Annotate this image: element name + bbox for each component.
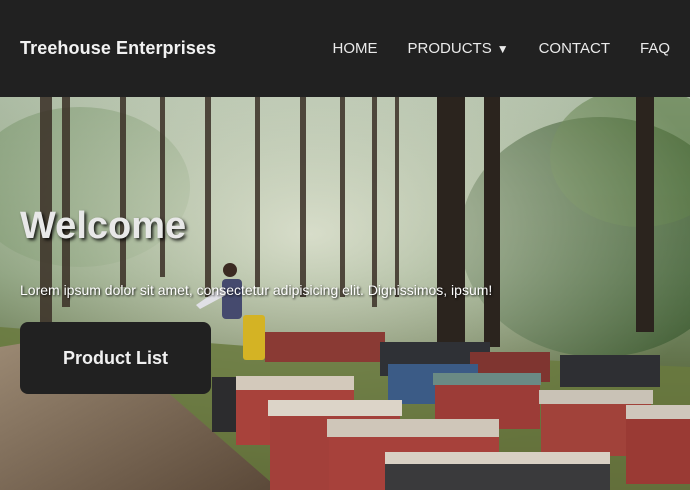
brand-title[interactable]: Treehouse Enterprises (20, 38, 216, 59)
nav-menu: HOME PRODUCTS ▼ CONTACT FAQ (333, 40, 670, 57)
nav-faq-link[interactable]: FAQ (640, 40, 670, 57)
hero-section: Welcome Lorem ipsum dolor sit amet, cons… (0, 97, 690, 490)
nav-contact-link[interactable]: CONTACT (539, 40, 610, 57)
nav-products-link[interactable]: PRODUCTS ▼ (408, 40, 509, 57)
product-list-button[interactable]: Product List (20, 322, 211, 394)
hero-tagline: Lorem ipsum dolor sit amet, consectetur … (20, 282, 493, 298)
caret-down-icon: ▼ (496, 41, 509, 56)
hero-title: Welcome (20, 205, 187, 247)
nav-products-label: PRODUCTS (407, 40, 492, 57)
nav-home-link[interactable]: HOME (333, 40, 378, 57)
top-navbar: Treehouse Enterprises HOME PRODUCTS ▼ CO… (0, 0, 690, 97)
